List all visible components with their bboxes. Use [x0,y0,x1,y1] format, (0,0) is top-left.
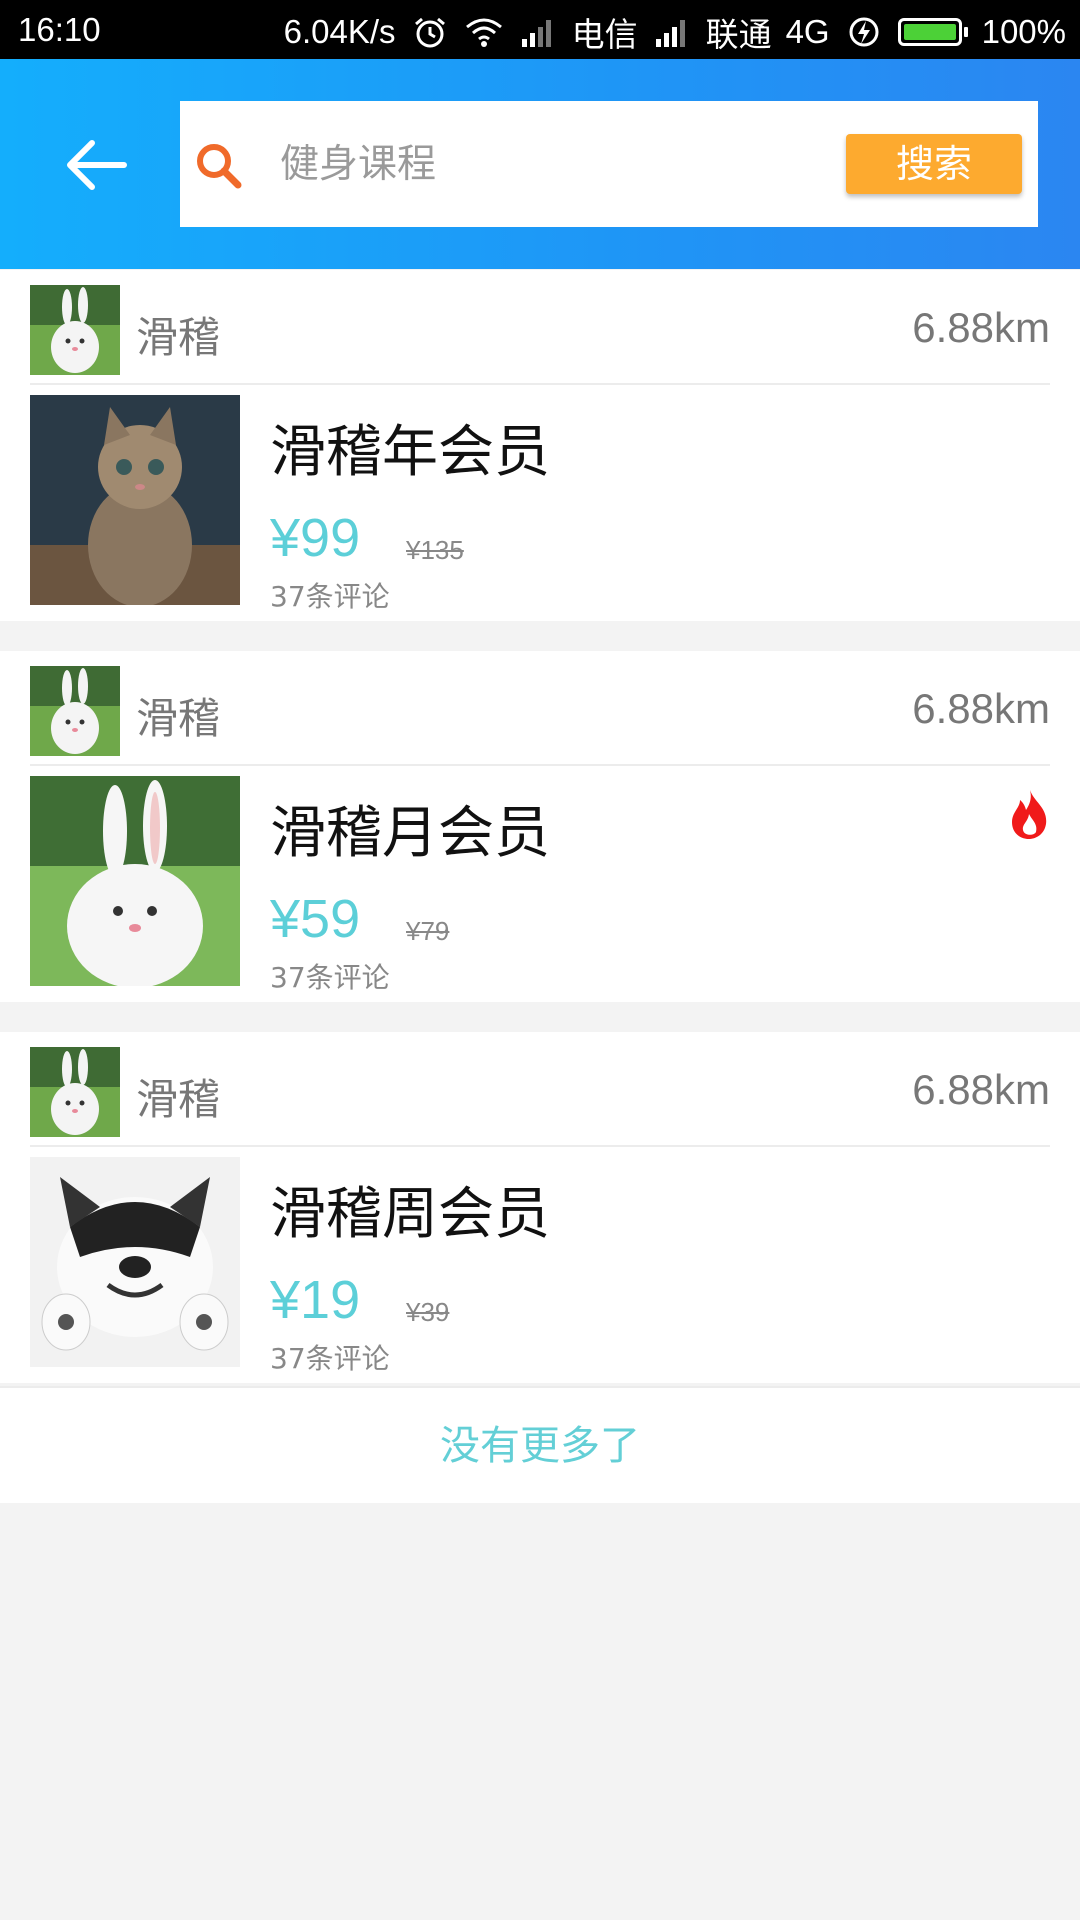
shop-row[interactable]: 滑稽 6.88km [30,651,1050,766]
item-title: 滑稽月会员 [270,801,550,866]
item-price: ¥59 [270,889,361,949]
shop-distance: 6.88km [912,1066,1050,1113]
shop-row[interactable]: 滑稽 6.88km [30,1032,1050,1147]
carrier-1: 电信 [571,16,638,53]
item-title: 滑稽周会员 [270,1182,550,1247]
shop-name: 滑稽 [136,1075,221,1124]
item-thumbnail-rabbit [30,776,240,986]
search-box: 搜索 [180,101,1038,227]
item-thumbnail-husky [30,1157,240,1367]
item-original-price: ¥135 [406,535,464,565]
shop-avatar [30,666,120,756]
charging-icon [849,17,879,47]
search-icon [197,144,242,189]
status-time: 16:10 [18,11,101,48]
shop-avatar [30,285,120,375]
course-list: 滑稽 6.88km 滑稽年会员 ¥99 ¥135 37条评论 滑稽 6.88km… [0,270,1080,1383]
item-title: 滑稽年会员 [270,420,550,485]
item-comments: 37条评论 [270,580,390,613]
item-original-price: ¥39 [406,1297,450,1327]
item-original-price: ¥79 [406,916,450,946]
battery-percent: 100% [981,13,1066,50]
back-arrow-icon[interactable] [62,137,128,193]
signal-icon-1 [521,20,551,47]
no-more-footer: 没有更多了 [0,1386,1080,1503]
search-button[interactable]: 搜索 [846,134,1022,194]
shop-distance: 6.88km [912,685,1050,732]
shop-distance: 6.88km [912,304,1050,351]
carrier-2: 联通 [705,16,772,53]
course-card[interactable]: 滑稽 6.88km 滑稽年会员 ¥99 ¥135 37条评论 [0,270,1080,621]
item-row[interactable]: 滑稽年会员 ¥99 ¥135 37条评论 [30,385,1050,621]
item-price: ¥19 [270,1270,361,1330]
item-price: ¥99 [270,508,361,568]
battery-icon [897,18,968,46]
signal-icon-2 [655,20,685,47]
shop-row[interactable]: 滑稽 6.88km [30,270,1050,385]
course-card[interactable]: 滑稽 6.88km 滑稽月会员 ¥59 ¥79 37条评论 [0,651,1080,1002]
shop-name: 滑稽 [136,313,221,362]
shop-avatar [30,1047,120,1137]
hot-flame-icon [1012,790,1047,839]
status-right: 6.04K/s 电信 联通 4G 100% [284,8,1066,56]
search-header: 搜索 [0,59,1080,269]
item-thumbnail-cat [30,395,240,605]
item-row[interactable]: 滑稽周会员 ¥19 ¥39 37条评论 [30,1147,1050,1383]
wifi-icon [465,18,502,47]
status-bar: 16:10 6.04K/s 电信 联通 4G 100% [0,0,1080,59]
item-row[interactable]: 滑稽月会员 ¥59 ¥79 37条评论 [30,766,1050,1002]
shop-name: 滑稽 [136,694,221,743]
net-speed: 6.04K/s [283,13,396,50]
item-comments: 37条评论 [270,1342,390,1375]
course-card[interactable]: 滑稽 6.88km 滑稽周会员 ¥19 ¥39 37条评论 [0,1032,1080,1383]
item-comments: 37条评论 [270,961,390,994]
search-input[interactable] [280,119,880,209]
network-type: 4G [785,13,830,50]
alarm-icon [414,17,445,48]
